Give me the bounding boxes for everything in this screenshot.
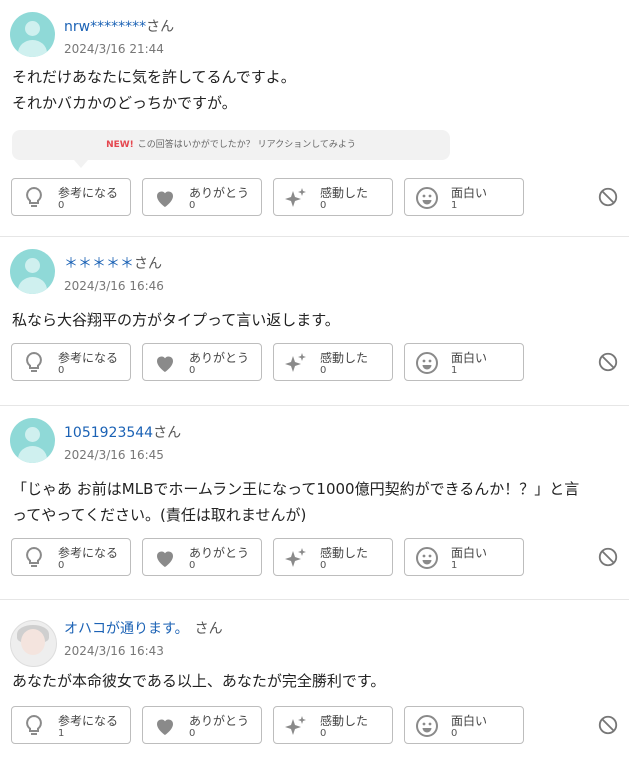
reaction-helpful-button[interactable]: 参考になる 0 xyxy=(11,538,131,576)
username-link[interactable]: ＊＊＊＊＊ xyxy=(64,256,134,272)
smile-icon xyxy=(416,187,438,209)
reaction-helpful-button[interactable]: 参考になる 0 xyxy=(11,343,131,381)
reaction-helpful-button[interactable]: 参考になる 0 xyxy=(11,178,131,216)
smile-icon xyxy=(416,352,438,374)
reaction-funny-button[interactable]: 面白い 1 xyxy=(404,178,524,216)
sparkle-icon xyxy=(285,353,306,372)
reaction-prompt: NEW! この回答はいかがでしたか？ リアクションしてみよう xyxy=(12,130,450,168)
block-icon[interactable] xyxy=(597,351,619,373)
username: 1051923544さん xyxy=(64,425,182,441)
avatar[interactable] xyxy=(10,418,55,463)
answer-text: 「じゃあ お前はMLBでホームラン王になって1000億円契約ができるんか！？」と… xyxy=(12,480,580,524)
heart-icon xyxy=(157,551,173,567)
block-icon[interactable] xyxy=(597,186,619,208)
answer-header: オハコが通ります。 さん 2024/3/16 16:43 xyxy=(0,600,629,668)
username: nrw********さん xyxy=(64,19,175,35)
sparkle-icon xyxy=(285,548,306,567)
block-icon[interactable] xyxy=(597,714,619,736)
answer-card: nrw********さん 2024/3/16 21:44 それだけあなたに気を… xyxy=(0,0,629,237)
lightbulb-icon xyxy=(26,186,42,207)
username: オハコが通ります。 さん xyxy=(64,621,223,637)
answer-card: オハコが通ります。 さん 2024/3/16 16:43 あなたが本命彼女である以… xyxy=(0,600,629,766)
heart-icon xyxy=(157,191,173,207)
answer-text: あなたが本命彼女である以上、あなたが完全勝利です。 xyxy=(12,672,386,690)
new-badge: NEW! xyxy=(106,140,134,150)
answer-text: 私なら大谷翔平の方がタイプって言い返します。 xyxy=(12,311,340,329)
reaction-bar: 参考になる 1 ありがとう 0 感動した 0 面白い 0 xyxy=(0,700,629,762)
reaction-bar: 参考になる 0 ありがとう 0 感動した 0 面白い 1 xyxy=(0,337,629,399)
answer-header: 1051923544さん 2024/3/16 16:45 xyxy=(0,406,629,464)
reaction-funny-button[interactable]: 面白い 1 xyxy=(404,343,524,381)
answer-header: nrw********さん 2024/3/16 21:44 xyxy=(0,0,629,58)
answer-header: ＊＊＊＊＊さん 2024/3/16 16:46 xyxy=(0,237,629,295)
username-link[interactable]: 1051923544 xyxy=(64,425,153,441)
smile-icon xyxy=(416,547,438,569)
avatar[interactable] xyxy=(10,620,57,667)
reaction-thanks-button[interactable]: ありがとう 0 xyxy=(142,343,262,381)
reaction-thanks-button[interactable]: ありがとう 0 xyxy=(142,706,262,744)
reaction-bar: 参考になる 0 ありがとう 0 感動した 0 面白い 1 xyxy=(0,532,629,594)
avatar[interactable] xyxy=(10,12,55,57)
answer-card: 1051923544さん 2024/3/16 16:45 「じゃあ お前はMLB… xyxy=(0,406,629,600)
sparkle-icon xyxy=(285,188,306,207)
avatar[interactable] xyxy=(10,249,55,294)
post-date: 2024/3/16 21:44 xyxy=(64,42,164,56)
heart-icon xyxy=(157,719,173,735)
post-date: 2024/3/16 16:45 xyxy=(64,448,164,462)
reaction-moved-button[interactable]: 感動した 0 xyxy=(273,538,393,576)
reaction-funny-button[interactable]: 面白い 0 xyxy=(404,706,524,744)
username-link[interactable]: オハコが通ります。 xyxy=(64,621,189,637)
reaction-helpful-button[interactable]: 参考になる 1 xyxy=(11,706,131,744)
block-icon[interactable] xyxy=(597,546,619,568)
reaction-thanks-button[interactable]: ありがとう 0 xyxy=(142,538,262,576)
lightbulb-icon xyxy=(26,351,42,372)
post-date: 2024/3/16 16:43 xyxy=(64,644,164,658)
reaction-moved-button[interactable]: 感動した 0 xyxy=(273,706,393,744)
username-link[interactable]: nrw******** xyxy=(64,19,146,35)
post-date: 2024/3/16 16:46 xyxy=(64,279,164,293)
sparkle-icon xyxy=(285,716,306,735)
lightbulb-icon xyxy=(26,546,42,567)
reaction-thanks-button[interactable]: ありがとう 0 xyxy=(142,178,262,216)
heart-icon xyxy=(157,356,173,372)
smile-icon xyxy=(416,715,438,737)
reaction-funny-button[interactable]: 面白い 1 xyxy=(404,538,524,576)
reaction-moved-button[interactable]: 感動した 0 xyxy=(273,343,393,381)
reaction-bar: 参考になる 0 ありがとう 0 感動した 0 面白い 1 xyxy=(0,172,629,234)
answer-card: ＊＊＊＊＊さん 2024/3/16 16:46 私なら大谷翔平の方がタイプって言… xyxy=(0,237,629,406)
reaction-moved-button[interactable]: 感動した 0 xyxy=(273,178,393,216)
lightbulb-icon xyxy=(26,714,42,735)
username: ＊＊＊＊＊さん xyxy=(64,256,162,272)
answer-text: それだけあなたに気を許してるんですよ。 それかバカかのどっちかですが。 xyxy=(12,68,296,112)
